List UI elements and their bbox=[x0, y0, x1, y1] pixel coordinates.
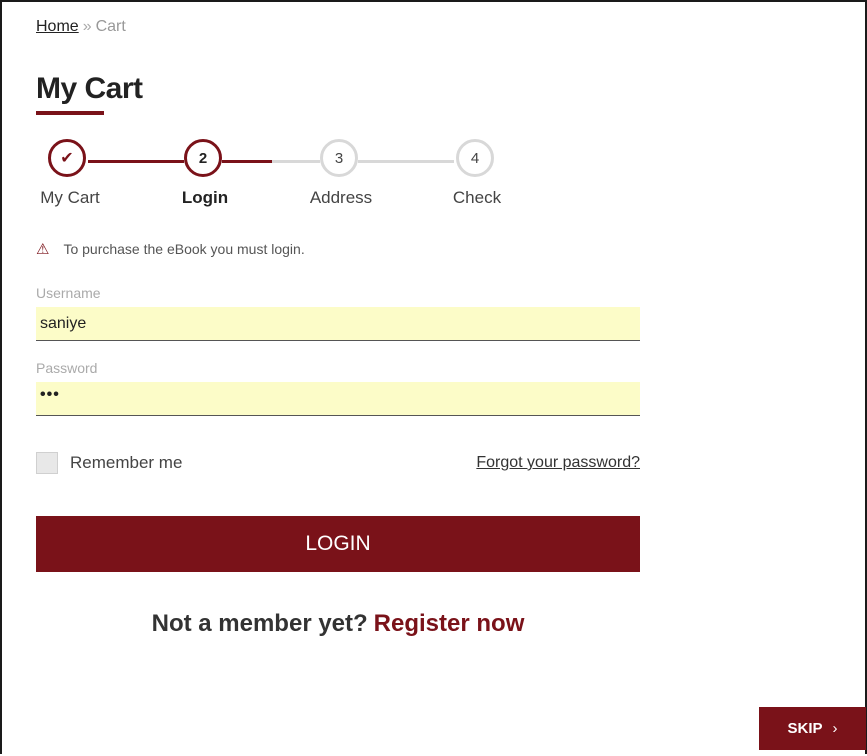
step-connector-2-rest bbox=[272, 160, 320, 163]
skip-button[interactable]: SKIP › bbox=[759, 707, 866, 750]
step-2-circle[interactable]: 2 bbox=[184, 139, 222, 177]
step-connector-3 bbox=[358, 160, 454, 163]
register-now-link[interactable]: Register now bbox=[374, 610, 525, 637]
chevron-right-icon: › bbox=[832, 720, 838, 737]
breadcrumb-separator: » bbox=[82, 18, 92, 35]
step-1-label: My Cart bbox=[40, 188, 100, 207]
checkout-stepper: ✔ 2 3 4 My Cart Login Address Check bbox=[0, 136, 600, 216]
step-connector-1 bbox=[88, 160, 184, 163]
remember-me[interactable]: Remember me bbox=[36, 452, 182, 474]
step-connector-2-progress bbox=[222, 160, 272, 163]
breadcrumb-current: Cart bbox=[95, 18, 126, 35]
forgot-password-link[interactable]: Forgot your password? bbox=[476, 454, 640, 472]
breadcrumb-home-link[interactable]: Home bbox=[36, 18, 79, 35]
register-prompt: Not a member yet? Register now bbox=[36, 610, 640, 638]
step-4-label: Check bbox=[452, 188, 502, 207]
register-prompt-text: Not a member yet? bbox=[151, 610, 368, 637]
title-underline bbox=[36, 111, 104, 115]
step-3-number: 3 bbox=[334, 149, 344, 167]
step-2-label: Login bbox=[181, 188, 229, 207]
checkmark-icon: ✔ bbox=[60, 150, 74, 167]
username-input[interactable] bbox=[36, 307, 640, 341]
step-2-number: 2 bbox=[198, 149, 208, 167]
password-label: Password bbox=[36, 360, 98, 376]
page-title: My Cart bbox=[36, 72, 143, 105]
warning-icon: ⚠ bbox=[36, 241, 50, 258]
step-3-label: Address bbox=[309, 188, 373, 207]
step-3-circle[interactable]: 3 bbox=[320, 139, 358, 177]
remember-me-checkbox[interactable] bbox=[36, 452, 58, 474]
step-4-circle[interactable]: 4 bbox=[456, 139, 494, 177]
skip-label: SKIP bbox=[787, 720, 823, 737]
login-button[interactable]: LOGIN bbox=[36, 516, 640, 572]
username-label: Username bbox=[36, 285, 101, 301]
remember-me-label[interactable]: Remember me bbox=[70, 453, 182, 473]
breadcrumb: Home» Cart bbox=[36, 18, 126, 36]
password-input[interactable]: ••• bbox=[36, 382, 640, 416]
notice-text: To purchase the eBook you must login. bbox=[63, 241, 305, 257]
step-1-circle[interactable]: ✔ bbox=[48, 139, 86, 177]
step-4-number: 4 bbox=[470, 149, 480, 167]
login-notice: ⚠ To purchase the eBook you must login. bbox=[36, 240, 305, 258]
page-frame bbox=[0, 0, 867, 754]
